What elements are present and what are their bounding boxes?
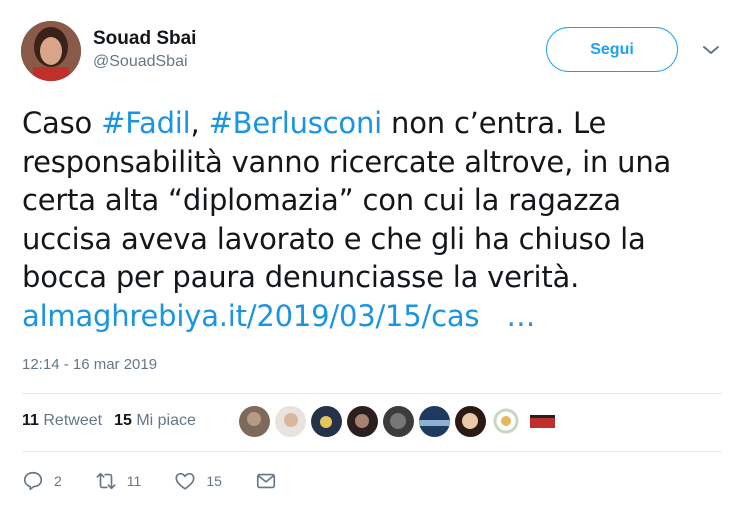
liker-avatar[interactable] (239, 406, 270, 437)
tweet-link[interactable]: almaghrebiya.it/2019/03/15/cas … (22, 297, 722, 336)
divider (22, 393, 722, 394)
liker-avatar[interactable] (455, 406, 486, 437)
liker-avatar[interactable] (383, 406, 414, 437)
reply-icon (23, 471, 43, 491)
liker-avatar[interactable] (419, 406, 450, 437)
tweet-text-segment: , (190, 106, 209, 140)
liker-avatar[interactable] (311, 406, 342, 437)
tweet-text-segment: Caso (22, 106, 102, 140)
engagement-stats: 11 Retweet 15 Mi piace (22, 412, 196, 430)
divider (22, 451, 722, 452)
like-count: 15 (206, 473, 222, 489)
liker-avatar[interactable] (491, 406, 522, 437)
hashtag-fadil[interactable]: #Fadil (101, 106, 191, 140)
retweet-stat-count: 11 (22, 412, 39, 429)
author-handle[interactable]: @SouadSbai (93, 51, 196, 73)
heart-icon (175, 472, 195, 490)
direct-message-button[interactable] (255, 470, 277, 492)
tweet-text: Caso #Fadil, #Berlusconi non c’entra. Le… (22, 104, 722, 335)
tweet-actions: 2 11 15 (22, 470, 310, 492)
tweet-line: uccisa aveva lavorato e che gli ha chius… (22, 221, 646, 256)
tweet-line: certa alta “diplomazia” con cui la ragaz… (22, 183, 621, 217)
tweet-timestamp[interactable]: 12:14 - 16 mar 2019 (22, 356, 157, 373)
author-name[interactable]: Souad Sbai (93, 27, 196, 51)
liker-avatars (239, 406, 558, 437)
like-stat-label: Mi piace (136, 412, 196, 429)
tweet-line: Caso #Fadil, #Berlusconi non c’entra. Le (22, 104, 722, 143)
like-button[interactable]: 15 (174, 470, 222, 492)
tweet-line: responsabilità vanno ricercate altrove, … (22, 144, 672, 179)
reply-count: 2 (54, 473, 62, 489)
tweet-text-segment: non c’entra. Le (382, 106, 607, 140)
like-stat-count: 15 (114, 412, 132, 429)
chevron-down-icon[interactable] (702, 44, 720, 56)
mail-icon (256, 473, 275, 489)
hashtag-berlusconi[interactable]: #Berlusconi (209, 106, 383, 140)
retweet-icon (96, 472, 116, 490)
liker-avatar[interactable] (527, 406, 558, 437)
follow-button[interactable]: Segui (546, 27, 678, 72)
reply-button[interactable]: 2 (22, 470, 62, 492)
like-stat[interactable]: 15 Mi piace (114, 412, 196, 430)
liker-avatar[interactable] (275, 406, 306, 437)
liker-avatar[interactable] (347, 406, 378, 437)
retweet-stat[interactable]: 11 Retweet (22, 412, 102, 430)
retweet-stat-label: Retweet (43, 412, 103, 429)
retweet-button[interactable]: 11 (95, 470, 142, 492)
retweet-count: 11 (126, 473, 142, 489)
author-avatar[interactable] (21, 21, 81, 81)
author-info[interactable]: Souad Sbai @SouadSbai (93, 27, 196, 73)
tweet-line: bocca per paura denunciasse la verità. (22, 260, 580, 294)
